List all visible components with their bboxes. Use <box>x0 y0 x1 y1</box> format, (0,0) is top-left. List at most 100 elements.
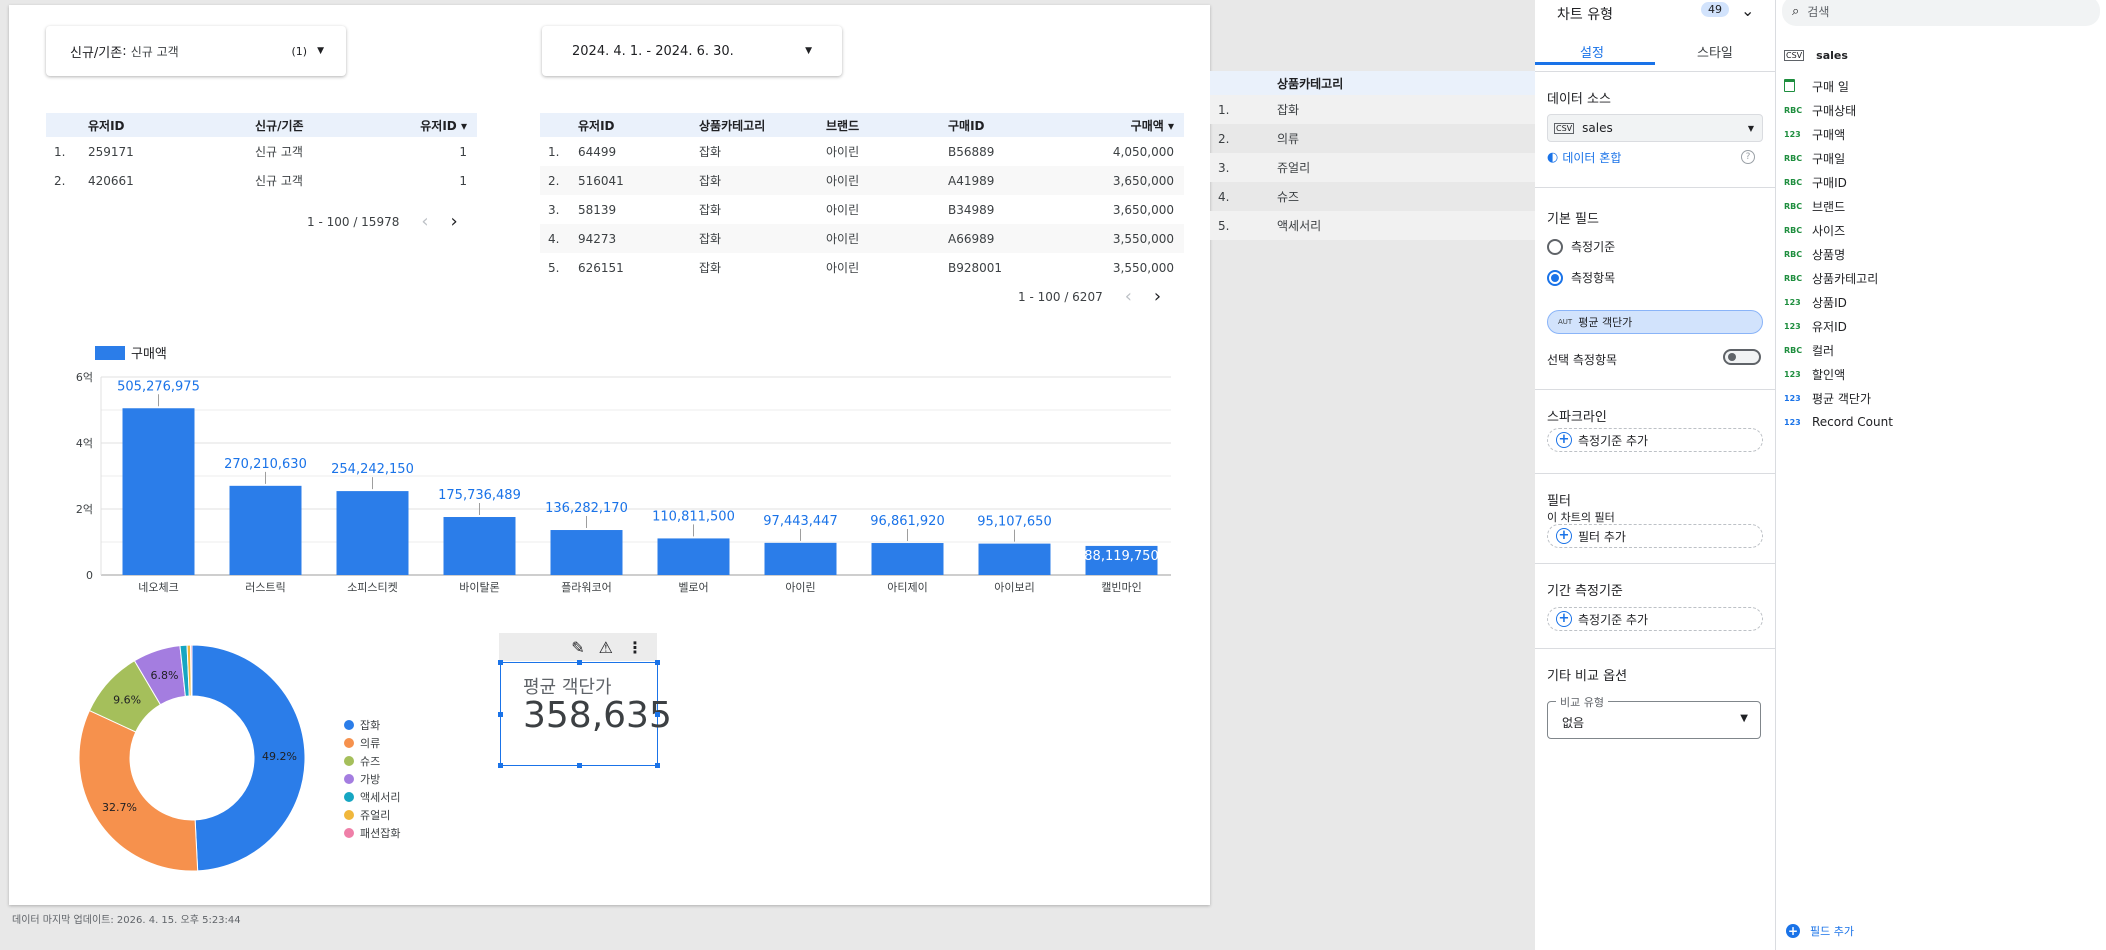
field-item[interactable]: RBC 브랜드 <box>1784 197 1845 215</box>
add-filter-button[interactable]: + 필터 추가 <box>1547 524 1763 548</box>
column-header[interactable]: 브랜드 <box>826 117 948 134</box>
metric-chip[interactable]: AUT 평균 객단가 <box>1547 310 1763 334</box>
table-row[interactable]: 5. 액세서리 <box>1210 211 1535 240</box>
x-tick-label: 네오체크 <box>138 581 178 594</box>
tab-settings[interactable]: 설정 <box>1580 42 1604 61</box>
table-row[interactable]: 2. 420661 신규 고객 1 <box>46 166 477 195</box>
pencil-icon[interactable]: ✎ <box>571 638 584 657</box>
caret-down-icon: ▼ <box>317 46 324 56</box>
text-type-icon: RBC <box>1784 201 1803 211</box>
table-row[interactable]: 3. 쥬얼리 <box>1210 153 1535 182</box>
chevron-left-icon[interactable]: ‹ <box>421 211 428 232</box>
blend-data-link[interactable]: ◐ 데이터 혼합 <box>1547 149 1621 166</box>
caret-down-icon: ▼ <box>805 46 812 56</box>
comparison-type-select[interactable]: 비교 유형 없음 ▼ <box>1547 694 1761 739</box>
field-item[interactable]: RBC 사이즈 <box>1784 221 1845 239</box>
new-existing-filter-control[interactable]: 신규/기존 : 신규 고객 (1) ▼ <box>46 26 346 76</box>
date-range-control[interactable]: 2024. 4. 1. - 2024. 6. 30. ▼ <box>542 26 842 76</box>
table-row[interactable]: 5. 626151 잡화 아이린 B928001 3,550,000 <box>540 253 1184 282</box>
table-cell: 626151 <box>578 260 624 275</box>
bar <box>978 543 1051 575</box>
table-cell: 58139 <box>578 202 617 217</box>
legend-swatch <box>344 756 354 766</box>
optional-metric-toggle[interactable] <box>1723 349 1761 365</box>
number-type-icon: 123 <box>1784 369 1801 379</box>
field-name: 구매 일 <box>1812 79 1849 94</box>
radio-metric[interactable]: 측정항목 <box>1547 269 1615 286</box>
table-cell: 94273 <box>578 231 617 246</box>
category-table: 상품카테고리 1. 잡화 2. 의류 3. 쥬얼리 4. 슈즈 5. 액세서리 <box>1210 71 1535 240</box>
add-icon: + <box>1556 611 1572 627</box>
legend-swatch <box>344 774 354 784</box>
field-item[interactable]: 123 Record Count <box>1784 413 1893 431</box>
table-row[interactable]: 3. 58139 잡화 아이린 B34989 3,650,000 <box>540 195 1184 224</box>
slice-value-label: 49.2% <box>262 750 297 763</box>
category-donut-chart[interactable]: 49.2% 32.7% 9.6% 6.8% 잡화의류슈즈가방액세서리쥬얼리패션잡화 <box>69 633 419 883</box>
field-item[interactable]: 123 구매액 <box>1784 125 1845 143</box>
table-header: 유저ID 신규/기존 유저ID ▾ <box>46 113 477 137</box>
field-item[interactable]: RBC 구매ID <box>1784 173 1847 191</box>
calendar-icon <box>1784 78 1804 94</box>
legend-label: 구매액 <box>131 347 167 362</box>
field-item[interactable]: RBC 컬러 <box>1784 341 1834 359</box>
add-dimension-button[interactable]: + 측정기준 추가 <box>1547 428 1763 452</box>
add-period-dimension-button[interactable]: + 측정기준 추가 <box>1547 607 1763 631</box>
add-field-button[interactable]: + 필드 추가 <box>1786 923 1854 939</box>
radio-dimension[interactable]: 측정기준 <box>1547 238 1615 255</box>
table-row[interactable]: 4. 94273 잡화 아이린 A66989 3,550,000 <box>540 224 1184 253</box>
chevron-right-icon[interactable]: › <box>1154 286 1161 307</box>
column-header[interactable]: 상품카테고리 <box>1277 75 1343 92</box>
comparison-section: 기타 비교 옵션 비교 유형 없음 ▼ <box>1535 648 1775 769</box>
field-name: 브랜드 <box>1812 199 1846 214</box>
tab-style[interactable]: 스타일 <box>1697 42 1733 61</box>
bar-value-label: 88,119,750 <box>1084 549 1158 564</box>
table-row[interactable]: 4. 슈즈 <box>1210 182 1535 211</box>
column-header[interactable]: 유저ID <box>578 117 699 134</box>
data-source-select[interactable]: CSV sales ▼ <box>1547 114 1763 142</box>
column-header[interactable]: 상품카테고리 <box>699 117 826 134</box>
table-row[interactable]: 2. 의류 <box>1210 124 1535 153</box>
field-item[interactable]: 123 할인액 <box>1784 365 1845 383</box>
legend-label: 슈즈 <box>360 755 380 768</box>
bar <box>871 543 944 575</box>
column-header[interactable]: 유저ID ▾ <box>395 117 467 134</box>
field-item[interactable]: RBC 구매상태 <box>1784 101 1856 119</box>
brand-revenue-bar-chart[interactable]: 구매액 0 2억 4억 6억 505,276,975 네오체크 270,210,630 러스트릭… <box>9 335 1210 605</box>
data-source-item[interactable]: CSV sales <box>1784 46 1848 64</box>
field-item[interactable]: RBC 구매일 <box>1784 149 1845 167</box>
column-header[interactable]: 구매ID <box>948 117 1078 134</box>
add-icon: + <box>1556 528 1572 544</box>
y-tick-label: 6억 <box>76 371 93 384</box>
field-item[interactable]: 123 평균 객단가 <box>1784 389 1871 407</box>
table-row[interactable]: 1. 잡화 <box>1210 95 1535 124</box>
chevron-right-icon[interactable]: › <box>451 211 458 232</box>
table-row[interactable]: 1. 259171 신규 고객 1 <box>46 137 477 166</box>
more-vert-icon[interactable]: ⋮ <box>627 638 643 657</box>
field-item[interactable]: 123 상품ID <box>1784 293 1847 311</box>
number-type-icon: 123 <box>1784 417 1801 427</box>
help-icon[interactable]: ? <box>1741 150 1755 164</box>
field-search[interactable]: ⌕ 검색 <box>1782 0 2100 26</box>
bar <box>550 530 623 575</box>
field-item[interactable]: RBC 상품카테고리 <box>1784 269 1878 287</box>
legend-swatch <box>344 720 354 730</box>
warning-icon[interactable]: ⚠ <box>599 638 613 657</box>
table-row-partial <box>46 195 477 209</box>
table-cell: 잡화 <box>1277 103 1300 117</box>
field-item[interactable]: RBC 상품명 <box>1784 245 1845 263</box>
column-header[interactable]: 유저ID <box>88 117 255 134</box>
avg-order-value-scorecard[interactable]: 평균 객단가 358,635 <box>498 660 672 768</box>
field-item[interactable]: 구매 일 <box>1784 77 1849 95</box>
column-header[interactable]: 구매액 ▾ <box>1078 117 1174 134</box>
field-item[interactable]: 123 유저ID <box>1784 317 1847 335</box>
x-tick-label: 아이보리 <box>994 581 1034 594</box>
legend-label: 가방 <box>360 773 380 786</box>
column-header[interactable]: 신규/기존 <box>255 117 395 134</box>
chevron-down-icon[interactable]: ⌄ <box>1741 1 1754 20</box>
blend-icon: ◐ <box>1547 150 1559 165</box>
table-cell: B34989 <box>948 202 995 217</box>
table-row[interactable]: 2. 516041 잡화 아이린 A41989 3,650,000 <box>540 166 1184 195</box>
chevron-left-icon[interactable]: ‹ <box>1125 286 1132 307</box>
slice-value-label: 6.8% <box>150 669 178 682</box>
table-row[interactable]: 1. 64499 잡화 아이린 B56889 4,050,000 <box>540 137 1184 166</box>
